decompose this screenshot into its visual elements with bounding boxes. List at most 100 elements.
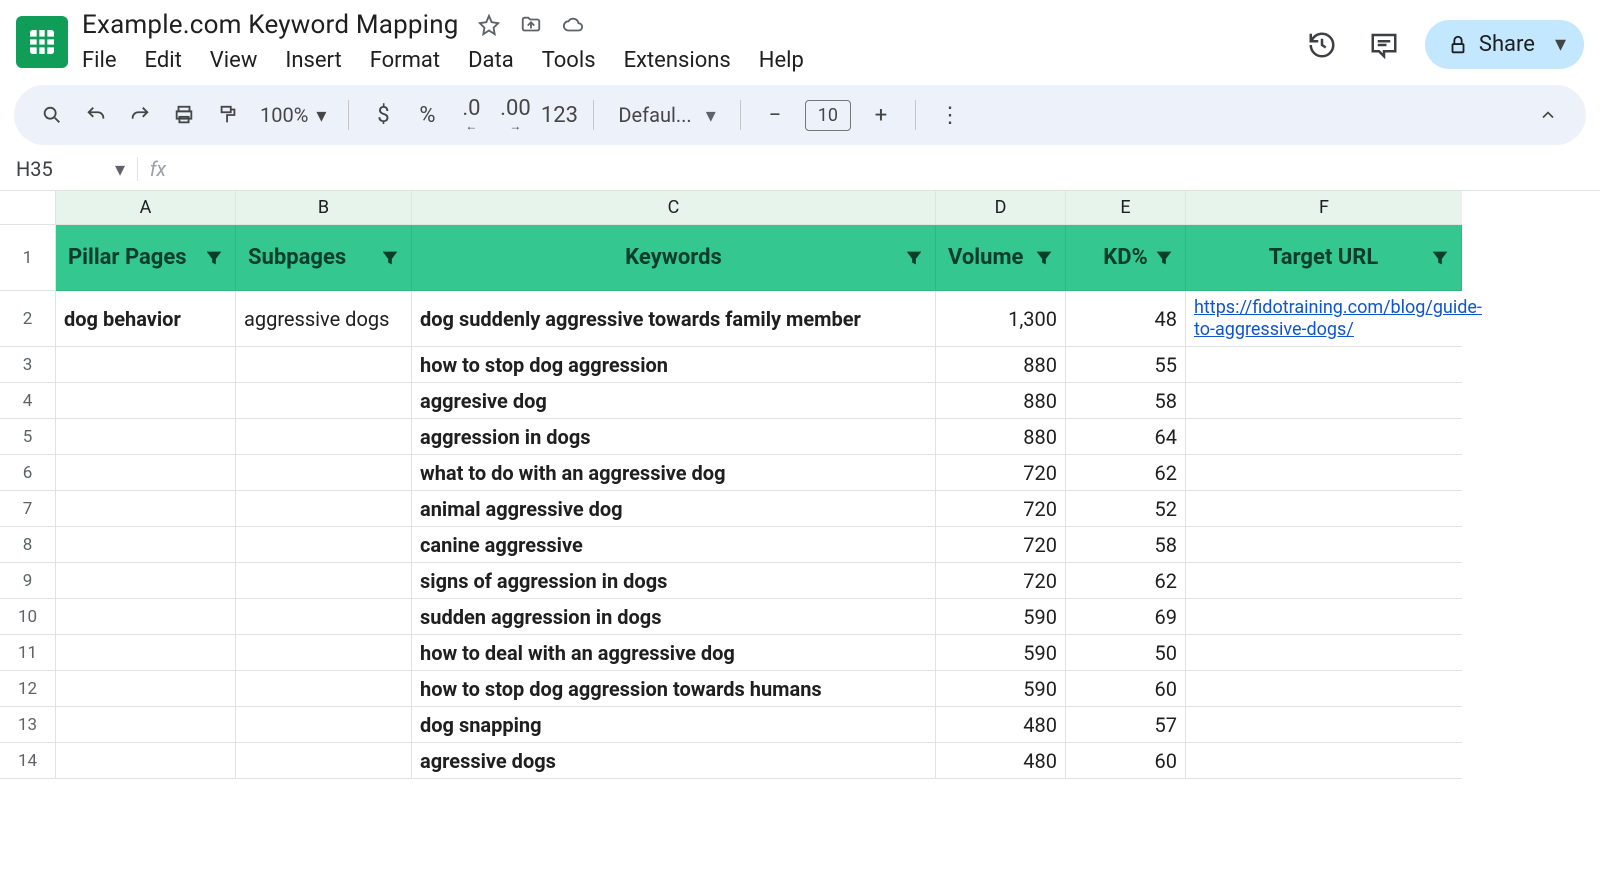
- cell-kd[interactable]: 64: [1066, 419, 1186, 455]
- row-header-12[interactable]: 12: [0, 671, 56, 707]
- cell-pillar[interactable]: [56, 671, 236, 707]
- col-header-C[interactable]: C: [412, 191, 936, 225]
- cell-keyword[interactable]: aggression in dogs: [412, 419, 936, 455]
- name-box[interactable]: H35 ▾: [0, 157, 138, 181]
- filter-icon[interactable]: [1429, 247, 1451, 269]
- header-keywords[interactable]: Keywords: [412, 225, 936, 291]
- menu-tools[interactable]: Tools: [542, 48, 596, 73]
- cell-subpage[interactable]: [236, 671, 412, 707]
- cell-keyword[interactable]: what to do with an aggressive dog: [412, 455, 936, 491]
- cell-volume[interactable]: 880: [936, 347, 1066, 383]
- header-pillar-pages[interactable]: Pillar Pages: [56, 225, 236, 291]
- row-header-13[interactable]: 13: [0, 707, 56, 743]
- row-header-6[interactable]: 6: [0, 455, 56, 491]
- cell-kd[interactable]: 58: [1066, 383, 1186, 419]
- cell-kd[interactable]: 55: [1066, 347, 1186, 383]
- document-title[interactable]: Example.com Keyword Mapping: [82, 10, 459, 40]
- cell-pillar[interactable]: [56, 383, 236, 419]
- cell-subpage[interactable]: [236, 563, 412, 599]
- cell-pillar[interactable]: dog behavior: [56, 291, 236, 347]
- col-header-D[interactable]: D: [936, 191, 1066, 225]
- filter-icon[interactable]: [1033, 247, 1055, 269]
- cell-subpage[interactable]: [236, 455, 412, 491]
- cell-kd[interactable]: 57: [1066, 707, 1186, 743]
- percent-button[interactable]: %: [407, 95, 447, 135]
- cell-subpage[interactable]: [236, 707, 412, 743]
- cell-keyword[interactable]: animal aggressive dog: [412, 491, 936, 527]
- cell-kd[interactable]: 58: [1066, 527, 1186, 563]
- col-header-A[interactable]: A: [56, 191, 236, 225]
- cell-pillar[interactable]: [56, 455, 236, 491]
- row-header-10[interactable]: 10: [0, 599, 56, 635]
- cell-pillar[interactable]: [56, 491, 236, 527]
- cell-pillar[interactable]: [56, 743, 236, 779]
- menu-help[interactable]: Help: [759, 48, 804, 73]
- row-header-5[interactable]: 5: [0, 419, 56, 455]
- filter-icon[interactable]: [1153, 247, 1175, 269]
- cell-target-url[interactable]: [1186, 671, 1462, 707]
- cell-volume[interactable]: 1,300: [936, 291, 1066, 347]
- share-dropdown-icon[interactable]: ▾: [1545, 32, 1576, 57]
- cell-target-url[interactable]: [1186, 383, 1462, 419]
- cloud-status-icon[interactable]: [561, 13, 585, 37]
- cell-keyword[interactable]: sudden aggression in dogs: [412, 599, 936, 635]
- font-size-decrease[interactable]: −: [755, 95, 795, 135]
- move-icon[interactable]: [519, 13, 543, 37]
- cell-kd[interactable]: 69: [1066, 599, 1186, 635]
- font-select[interactable]: Defaul... ▾: [608, 103, 725, 127]
- cell-keyword[interactable]: dog snapping: [412, 707, 936, 743]
- cell-kd[interactable]: 48: [1066, 291, 1186, 347]
- cell-subpage[interactable]: [236, 491, 412, 527]
- share-button[interactable]: Share ▾: [1425, 20, 1584, 69]
- more-options-button[interactable]: ⋮: [930, 95, 970, 135]
- menu-file[interactable]: File: [82, 48, 117, 73]
- cell-pillar[interactable]: [56, 563, 236, 599]
- row-header-4[interactable]: 4: [0, 383, 56, 419]
- cell-kd[interactable]: 52: [1066, 491, 1186, 527]
- menu-insert[interactable]: Insert: [285, 48, 341, 73]
- cell-target-url[interactable]: https://fidotraining.com/blog/guide-to-a…: [1186, 291, 1462, 347]
- cell-volume[interactable]: 590: [936, 635, 1066, 671]
- cell-keyword[interactable]: how to deal with an aggressive dog: [412, 635, 936, 671]
- row-header-11[interactable]: 11: [0, 635, 56, 671]
- cell-pillar[interactable]: [56, 419, 236, 455]
- cell-pillar[interactable]: [56, 527, 236, 563]
- col-header-F[interactable]: F: [1186, 191, 1462, 225]
- cell-volume[interactable]: 480: [936, 707, 1066, 743]
- cell-kd[interactable]: 50: [1066, 635, 1186, 671]
- cell-subpage[interactable]: [236, 347, 412, 383]
- cell-keyword[interactable]: canine aggressive: [412, 527, 936, 563]
- header-subpages[interactable]: Subpages: [236, 225, 412, 291]
- comment-icon[interactable]: [1363, 24, 1405, 66]
- filter-icon[interactable]: [379, 247, 401, 269]
- star-icon[interactable]: [477, 13, 501, 37]
- cell-volume[interactable]: 880: [936, 419, 1066, 455]
- cell-volume[interactable]: 720: [936, 563, 1066, 599]
- row-header-7[interactable]: 7: [0, 491, 56, 527]
- cell-subpage[interactable]: [236, 635, 412, 671]
- redo-button[interactable]: [120, 95, 160, 135]
- cell-subpage[interactable]: aggressive dogs: [236, 291, 412, 347]
- cell-subpage[interactable]: [236, 527, 412, 563]
- cell-target-url[interactable]: [1186, 527, 1462, 563]
- col-header-E[interactable]: E: [1066, 191, 1186, 225]
- menu-edit[interactable]: Edit: [145, 48, 182, 73]
- increase-decimal-button[interactable]: .00→: [495, 95, 535, 135]
- search-icon[interactable]: [32, 95, 72, 135]
- print-button[interactable]: [164, 95, 204, 135]
- font-size-increase[interactable]: +: [861, 95, 901, 135]
- cell-keyword[interactable]: how to stop dog aggression: [412, 347, 936, 383]
- cell-keyword[interactable]: dog suddenly aggressive towards family m…: [412, 291, 936, 347]
- cell-volume[interactable]: 880: [936, 383, 1066, 419]
- cell-pillar[interactable]: [56, 599, 236, 635]
- menu-data[interactable]: Data: [468, 48, 514, 73]
- cell-keyword[interactable]: agressive dogs: [412, 743, 936, 779]
- menu-format[interactable]: Format: [370, 48, 440, 73]
- cell-keyword[interactable]: aggresive dog: [412, 383, 936, 419]
- cell-volume[interactable]: 590: [936, 671, 1066, 707]
- cell-kd[interactable]: 62: [1066, 455, 1186, 491]
- cell-kd[interactable]: 62: [1066, 563, 1186, 599]
- sheets-app-icon[interactable]: [16, 16, 68, 68]
- cell-volume[interactable]: 720: [936, 491, 1066, 527]
- history-icon[interactable]: [1301, 24, 1343, 66]
